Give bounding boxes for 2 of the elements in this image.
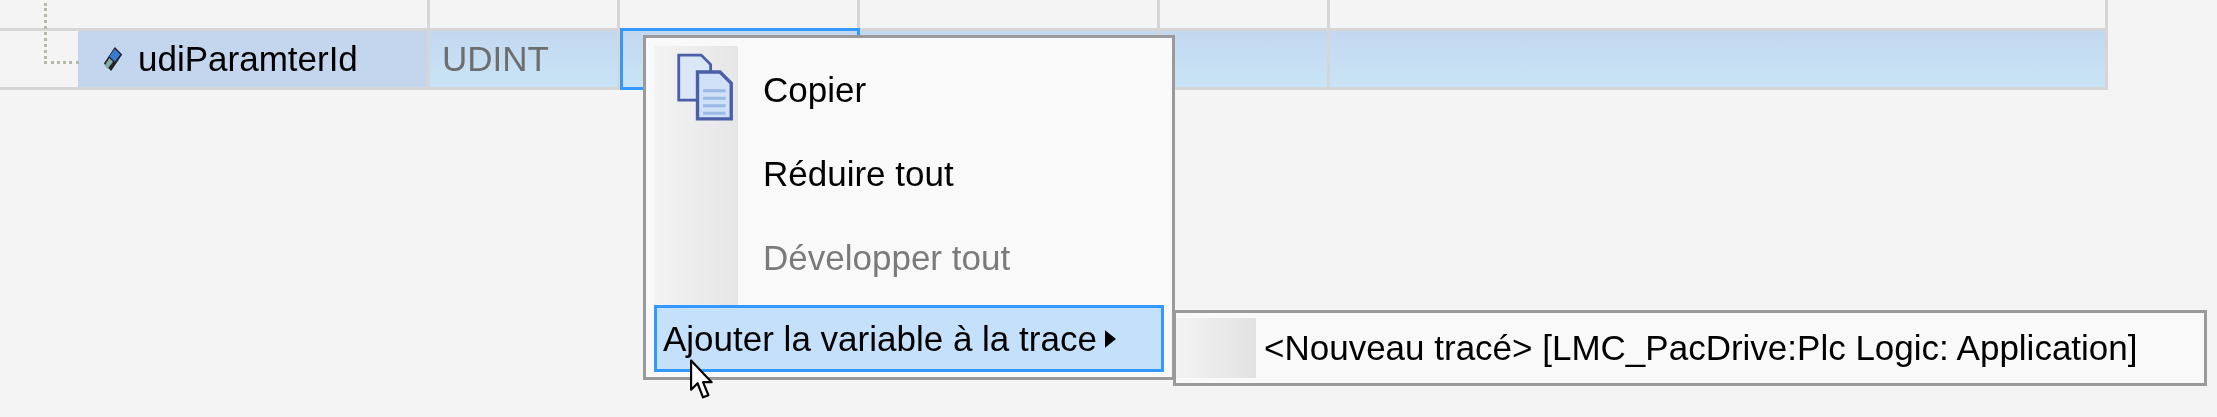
variable-name: udiParamterId <box>138 39 358 79</box>
table-cell: UDINT <box>430 31 620 87</box>
